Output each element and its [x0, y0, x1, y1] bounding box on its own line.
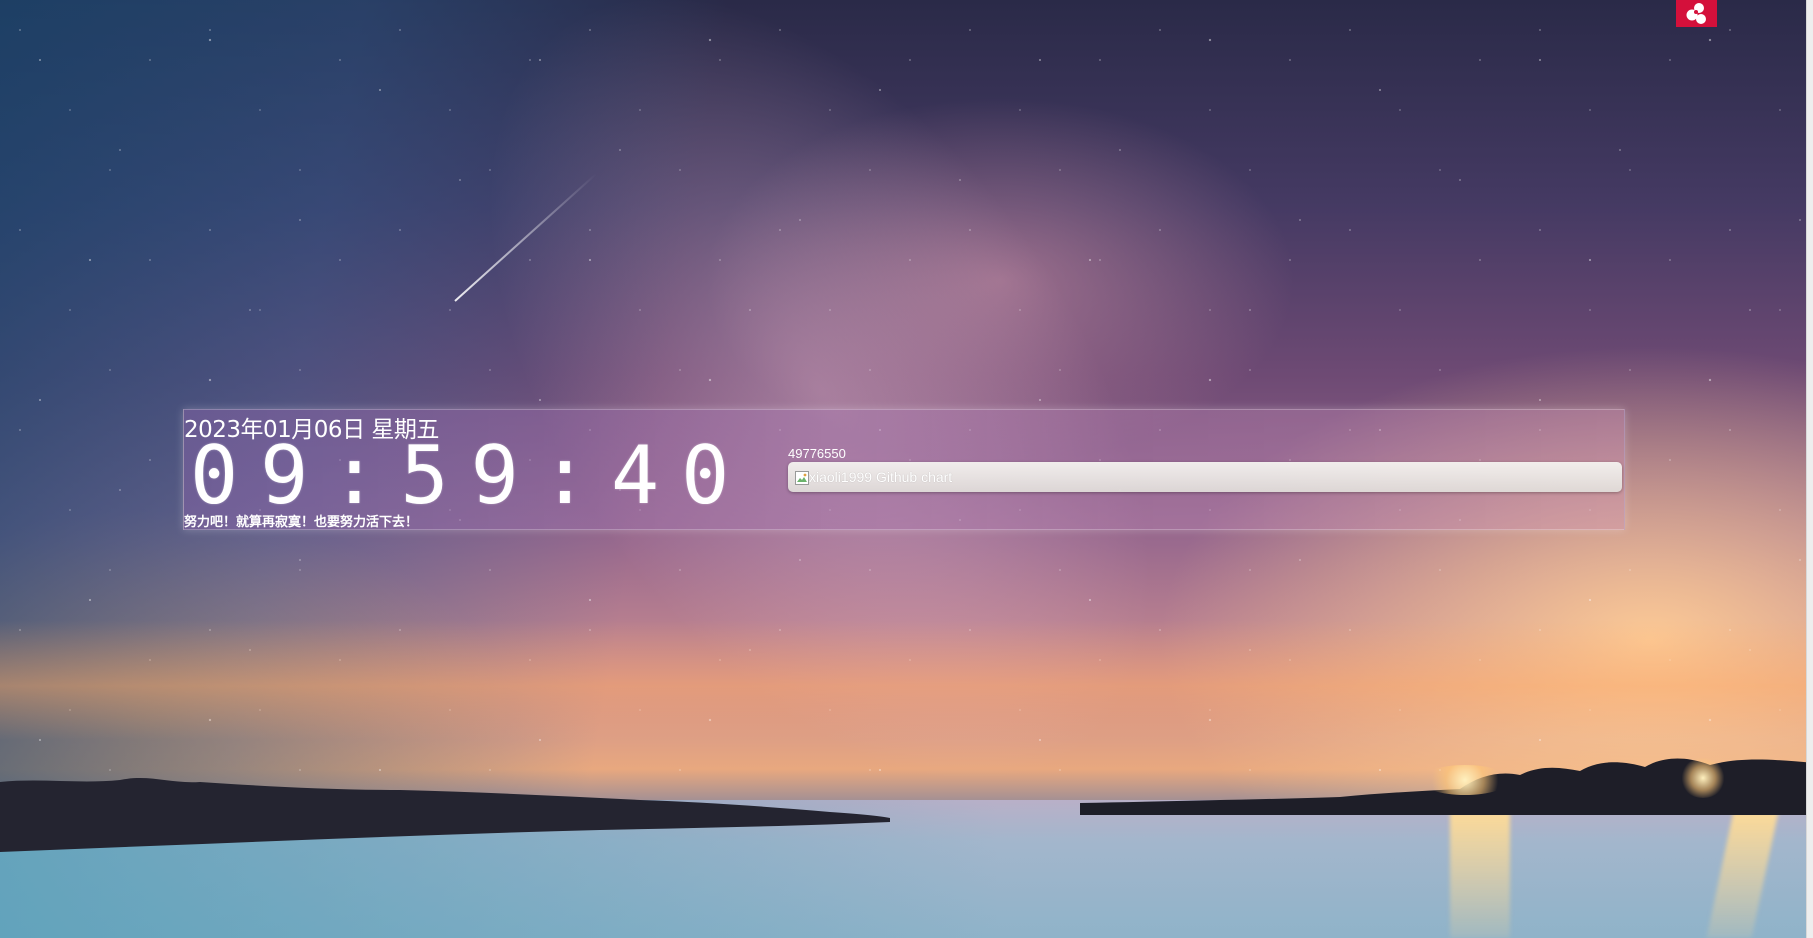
light-reflection	[1450, 812, 1510, 938]
app-badge[interactable]	[1676, 0, 1717, 27]
chart-alt-text: xiaoli1999 Github chart	[809, 469, 953, 485]
motto-text: 努力吧！就算再寂寞！也要努力活下去！	[184, 515, 419, 530]
horizon-glow	[0, 620, 1813, 740]
visit-counter: 49776550	[788, 446, 846, 461]
town-lights	[1680, 758, 1726, 798]
rocky-shoreline	[0, 778, 890, 852]
page-scrollbar[interactable]	[1806, 0, 1813, 938]
wallpaper-scene: 2023年01月06日 星期五 09:59:40 努力吧！就算再寂寞！也要努力活…	[0, 0, 1813, 938]
broken-image-icon	[795, 470, 809, 485]
github-chart-image: xiaoli1999 Github chart	[788, 462, 1622, 492]
town-lights	[1420, 765, 1510, 795]
digital-clock: 09:59:40	[190, 429, 752, 522]
cluster-logo-icon	[1686, 2, 1706, 24]
clock-widget-panel: 2023年01月06日 星期五 09:59:40 努力吧！就算再寂寞！也要努力活…	[183, 409, 1625, 530]
